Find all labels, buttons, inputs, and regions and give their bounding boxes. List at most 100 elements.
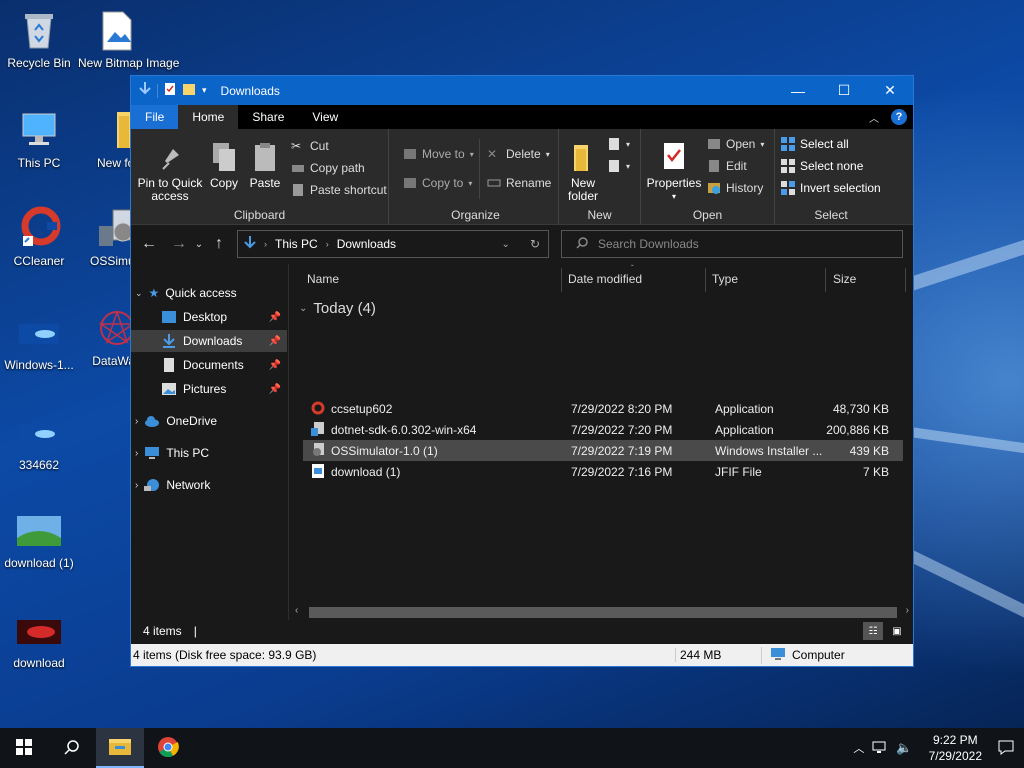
tab-file[interactable]: File	[131, 105, 179, 129]
select-none-icon	[781, 159, 795, 173]
expand-chevron-icon: ›	[135, 415, 139, 427]
paste-shortcut-button[interactable]: Paste shortcut	[291, 183, 387, 197]
notifications-icon[interactable]	[998, 739, 1014, 758]
paste-label: Paste	[249, 176, 281, 190]
chrome-taskbar-button[interactable]	[144, 728, 192, 768]
up-button[interactable]: ↑	[207, 235, 231, 253]
column-name[interactable]: Name	[307, 264, 339, 294]
desktop-icon-download-1[interactable]: download (1)	[0, 508, 78, 570]
pin-icon	[155, 141, 185, 173]
minimize-button[interactable]: —	[775, 76, 821, 105]
pin-quick-access-button[interactable]: Pin to Quick access	[137, 141, 203, 203]
group-header-today[interactable]: ⌄ Today (4)	[299, 300, 376, 317]
maximize-button[interactable]: ☐	[821, 76, 867, 105]
nav-desktop[interactable]: Desktop 📌	[131, 306, 287, 328]
ccleaner-file-icon	[311, 401, 325, 418]
large-icons-view-icon[interactable]: ▣	[887, 622, 907, 640]
nav-network[interactable]: › Network	[135, 474, 291, 496]
scroll-right-icon[interactable]: ›	[906, 605, 909, 616]
network-tray-icon[interactable]	[872, 740, 888, 757]
scroll-left-icon[interactable]: ‹	[295, 605, 298, 616]
documents-icon	[161, 358, 177, 372]
window-title: Downloads	[220, 83, 280, 98]
address-box[interactable]: › This PC › Downloads ⌄ ↻	[237, 230, 549, 258]
address-history-dropdown[interactable]: ⌄	[502, 239, 510, 250]
file-explorer-taskbar-button[interactable]	[96, 728, 144, 768]
move-to-button[interactable]: Move to ▾	[403, 147, 474, 161]
cut-button[interactable]: ✂ Cut	[291, 139, 329, 153]
copy-button[interactable]: Copy	[207, 141, 241, 190]
image-file-icon	[95, 8, 139, 52]
properties-button[interactable]: Properties ▾	[645, 141, 703, 203]
recent-locations-button[interactable]: ⌄	[191, 239, 207, 250]
breadcrumb-this-pc[interactable]: This PC	[275, 237, 318, 251]
scroll-thumb[interactable]	[309, 607, 897, 618]
easy-access-button[interactable]: ▾	[607, 159, 630, 173]
collapse-ribbon-icon[interactable]: ︿	[869, 110, 879, 125]
copy-path-button[interactable]: Copy path	[291, 161, 365, 175]
desktop-icon-windows-image[interactable]: Windows-1...	[0, 310, 78, 372]
paste-button[interactable]: Paste	[247, 141, 283, 190]
back-button[interactable]: ←	[137, 235, 161, 253]
nav-this-pc[interactable]: › This PC	[135, 442, 291, 464]
new-folder-qat-icon[interactable]	[182, 82, 196, 99]
invert-selection-button[interactable]: Invert selection	[781, 181, 881, 195]
tab-view[interactable]: View	[298, 105, 352, 129]
file-row[interactable]: ccsetup602 7/29/2022 8:20 PM Application…	[303, 398, 903, 419]
select-none-button[interactable]: Select none	[781, 159, 863, 173]
clock[interactable]: 9:22 PM 7/29/2022	[921, 732, 990, 764]
tab-share[interactable]: Share	[238, 105, 298, 129]
copy-to-button[interactable]: Copy to ▾	[403, 176, 472, 190]
history-button[interactable]: History	[707, 181, 763, 195]
breadcrumb-chevron-icon: ›	[264, 239, 267, 249]
tab-home[interactable]: Home	[178, 105, 239, 129]
nav-pictures[interactable]: Pictures 📌	[131, 378, 287, 400]
horizontal-scrollbar[interactable]: ‹ ›	[291, 604, 913, 620]
breadcrumb-downloads[interactable]: Downloads	[337, 237, 396, 251]
computer-icon	[770, 647, 786, 664]
volume-icon[interactable]: 🔈	[896, 740, 912, 756]
show-hidden-icons-icon[interactable]: ︿	[853, 740, 864, 756]
refresh-icon[interactable]: ↻	[518, 237, 548, 251]
new-item-button[interactable]: ▾	[607, 137, 630, 151]
desktop-icon-new-bitmap[interactable]: New Bitmap Image	[78, 8, 179, 70]
desktop-icon-ccleaner[interactable]: CCleaner	[0, 206, 78, 268]
search-box[interactable]: Search Downloads	[561, 230, 903, 258]
column-type[interactable]: Type	[712, 264, 738, 294]
nav-documents[interactable]: Documents 📌	[131, 354, 287, 376]
pin-icon: 📌	[268, 335, 281, 347]
file-row[interactable]: download (1) 7/29/2022 7:16 PM JFIF File…	[303, 461, 903, 482]
open-button[interactable]: Open ▾	[707, 137, 764, 151]
forward-button[interactable]: →	[167, 235, 191, 253]
edit-icon	[707, 159, 721, 173]
explorer-window: ▾ Downloads — ☐ ✕ File Home Share View ︿…	[130, 75, 914, 667]
image-thumbnail-icon	[17, 608, 61, 652]
cloud-icon	[144, 414, 160, 428]
nav-downloads[interactable]: Downloads 📌	[131, 330, 287, 352]
desktop-icon-334662[interactable]: 334662	[0, 410, 78, 472]
nav-onedrive[interactable]: › OneDrive	[135, 410, 291, 432]
new-folder-button[interactable]: New folder	[565, 141, 601, 203]
details-view-icon[interactable]: ☷	[863, 622, 883, 640]
delete-button[interactable]: ✕ Delete ▾	[487, 147, 550, 161]
file-row[interactable]: OSSimulator-1.0 (1) 7/29/2022 7:19 PM Wi…	[303, 440, 903, 461]
file-row[interactable]: dotnet-sdk-6.0.302-win-x64 7/29/2022 7:2…	[303, 419, 903, 440]
edit-button[interactable]: Edit	[707, 159, 747, 173]
help-icon[interactable]: ?	[891, 109, 907, 125]
select-all-button[interactable]: Select all	[781, 137, 849, 151]
desktop-icon-download[interactable]: download	[0, 608, 78, 670]
nav-quick-access[interactable]: ⌄ ★ Quick access	[135, 282, 291, 304]
properties-qat-icon[interactable]	[164, 82, 176, 99]
column-date-modified[interactable]: Date modified	[568, 264, 642, 294]
close-button[interactable]: ✕	[867, 76, 913, 105]
column-size[interactable]: Size	[833, 264, 856, 294]
rename-button[interactable]: Rename	[487, 176, 551, 190]
ccleaner-icon	[17, 206, 61, 250]
desktop-icon-this-pc[interactable]: This PC	[0, 108, 78, 170]
search-button[interactable]	[48, 728, 96, 768]
clipboard-group-label: Clipboard	[233, 208, 286, 222]
nav-label: Downloads	[183, 334, 243, 348]
start-button[interactable]	[0, 728, 48, 768]
customize-qat-icon[interactable]: ▾	[202, 85, 207, 96]
desktop-icon-recycle-bin[interactable]: Recycle Bin	[0, 8, 78, 70]
